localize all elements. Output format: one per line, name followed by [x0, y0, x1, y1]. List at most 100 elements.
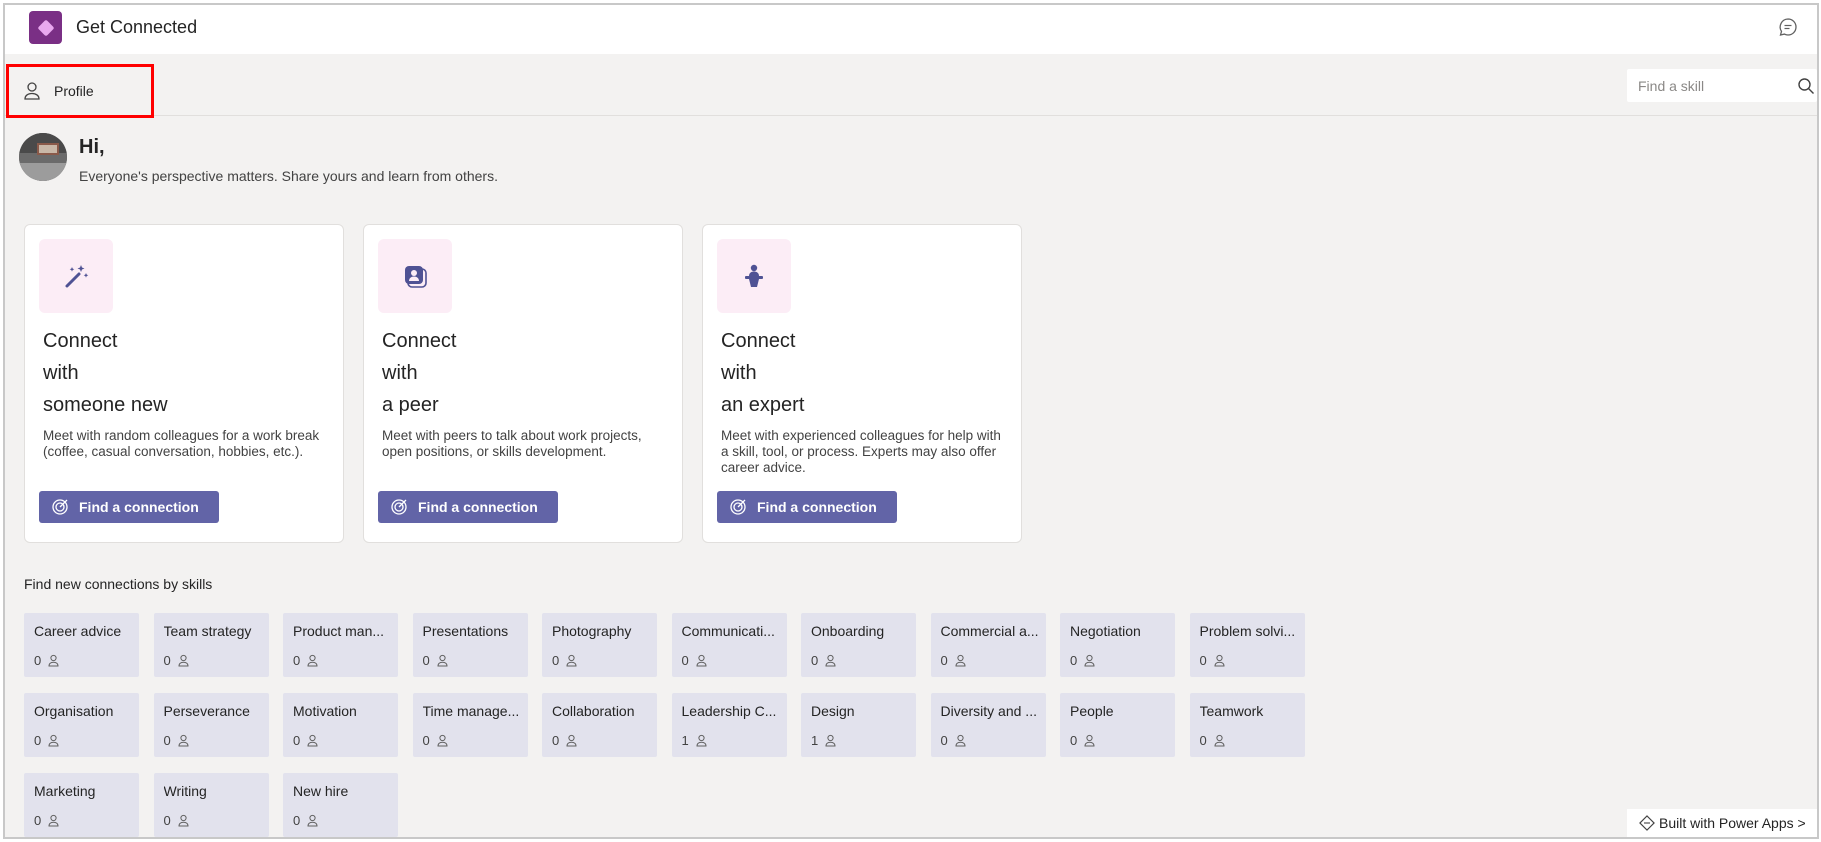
title-bar: Get Connected — [5, 5, 1817, 54]
skill-name: Problem solvi... — [1199, 623, 1296, 639]
skill-name: Team strategy — [163, 623, 252, 639]
card-title: Connect with someone new — [43, 330, 168, 416]
skill-tile[interactable]: Design 1 — [801, 693, 916, 757]
skill-name: Negotiation — [1070, 623, 1141, 639]
skill-count-value: 0 — [163, 653, 171, 668]
skill-tile[interactable]: Communicati... 0 — [671, 613, 787, 677]
find-connection-button[interactable]: Find a connection — [717, 491, 897, 523]
greeting-subtitle: Everyone's perspective matters. Share yo… — [79, 168, 498, 184]
skill-name: Organisation — [34, 703, 114, 719]
skill-tile[interactable]: Marketing 0 — [24, 773, 139, 837]
skill-tile[interactable]: Product man... 0 — [283, 613, 398, 677]
skill-connection-count: 0 — [423, 653, 449, 668]
find-connection-button[interactable]: Find a connection — [378, 491, 558, 523]
skill-tile[interactable]: Organisation 0 — [24, 693, 139, 757]
skill-connection-count: 0 — [34, 653, 60, 668]
skill-count-value: 0 — [811, 653, 819, 668]
skill-tile[interactable]: Collaboration 0 — [542, 693, 657, 757]
expert-presenter-icon — [745, 264, 763, 287]
built-with-power-apps-link[interactable]: Built with Power Apps > — [1627, 809, 1817, 837]
profile-button[interactable]: Profile — [6, 64, 154, 118]
card-description: Meet with random colleagues for a work b… — [43, 428, 320, 459]
skill-count-value: 0 — [34, 653, 42, 668]
skill-name: Photography — [552, 623, 632, 639]
app-title: Get Connected — [76, 17, 198, 37]
skill-name: People — [1070, 703, 1114, 719]
skill-count-value: 0 — [552, 733, 560, 748]
chat-icon[interactable] — [1777, 16, 1799, 38]
skill-name: Perseverance — [163, 703, 250, 719]
skill-tile[interactable]: Negotiation 0 — [1060, 613, 1175, 677]
skill-name: Leadership C... — [681, 703, 777, 719]
card-title: Connect with an expert — [721, 330, 805, 416]
person-icon — [955, 734, 966, 747]
skill-count-value: 0 — [34, 813, 42, 828]
skill-tile[interactable]: Perseverance 0 — [153, 693, 269, 757]
skill-search-input[interactable] — [1638, 77, 1788, 94]
skill-tile[interactable]: Onboarding 0 — [801, 613, 916, 677]
skill-count-value: 0 — [34, 733, 42, 748]
skill-tile[interactable]: Presentations 0 — [412, 613, 528, 677]
skill-tile[interactable]: Commercial a... 0 — [930, 613, 1046, 677]
skill-name: Design — [811, 703, 855, 719]
skill-connection-count: 0 — [1200, 733, 1226, 748]
skill-name: Communicati... — [681, 623, 775, 639]
skill-name: Product man... — [293, 623, 385, 639]
skill-connection-count: 0 — [34, 813, 60, 828]
skill-name: Career advice — [34, 623, 122, 639]
skill-connection-count: 0 — [811, 653, 837, 668]
skill-count-value: 0 — [293, 733, 301, 748]
toolbar: Profile — [5, 54, 1817, 118]
search-icon[interactable] — [1797, 77, 1815, 95]
skill-count-value: 0 — [1070, 733, 1078, 748]
skill-name: Onboarding — [811, 623, 885, 639]
profile-label: Profile — [54, 83, 94, 99]
person-icon — [24, 82, 40, 100]
skill-tile[interactable]: Teamwork 0 — [1189, 693, 1305, 757]
person-icon — [437, 654, 448, 667]
skill-count-value: 0 — [422, 733, 430, 748]
person-icon — [566, 654, 577, 667]
app-logo-icon — [29, 11, 62, 44]
card-connect-peer: Connect with a peer Meet with peers to t… — [363, 224, 683, 543]
avatar — [19, 133, 67, 181]
skill-name: Commercial a... — [940, 623, 1039, 639]
skill-connection-count: 1 — [811, 733, 837, 748]
skill-name: Time manage... — [422, 703, 520, 719]
skill-tile[interactable]: Career advice 0 — [24, 613, 139, 677]
skill-tile[interactable]: People 0 — [1060, 693, 1175, 757]
skill-tile[interactable]: Leadership C... 1 — [671, 693, 787, 757]
skill-connection-count: 0 — [164, 733, 190, 748]
person-icon — [566, 734, 577, 747]
skill-search-box[interactable] — [1627, 69, 1817, 102]
person-icon — [1214, 734, 1225, 747]
skill-tile[interactable]: Problem solvi... 0 — [1189, 613, 1305, 677]
person-icon — [48, 734, 59, 747]
person-icon — [307, 654, 318, 667]
skill-connection-count: 0 — [423, 733, 449, 748]
skill-count-value: 0 — [293, 653, 301, 668]
skill-tile[interactable]: Diversity and ... 0 — [930, 693, 1046, 757]
skill-tile[interactable]: Writing 0 — [153, 773, 269, 837]
skill-name: Presentations — [422, 623, 509, 639]
find-connection-button[interactable]: Find a connection — [39, 491, 219, 523]
card-description: Meet with experienced colleagues for hel… — [721, 428, 1001, 475]
skill-connection-count: 0 — [34, 733, 60, 748]
person-icon — [825, 734, 836, 747]
skill-connection-count: 0 — [682, 653, 708, 668]
skill-connection-count: 0 — [293, 733, 319, 748]
target-icon — [730, 499, 746, 515]
skill-count-value: 0 — [681, 653, 689, 668]
person-icon — [178, 734, 189, 747]
skill-tile[interactable]: Time manage... 0 — [412, 693, 528, 757]
skill-tile[interactable]: Photography 0 — [542, 613, 657, 677]
skill-tile[interactable]: Team strategy 0 — [153, 613, 269, 677]
skill-connection-count: 0 — [1070, 733, 1096, 748]
skill-connection-count: 0 — [941, 653, 967, 668]
skill-connection-count: 0 — [164, 813, 190, 828]
skill-tile[interactable]: Motivation 0 — [283, 693, 398, 757]
card-title: Connect with a peer — [382, 330, 457, 416]
skill-tile[interactable]: New hire 0 — [283, 773, 398, 837]
skill-connection-count: 0 — [1200, 653, 1226, 668]
skill-connection-count: 0 — [552, 733, 578, 748]
